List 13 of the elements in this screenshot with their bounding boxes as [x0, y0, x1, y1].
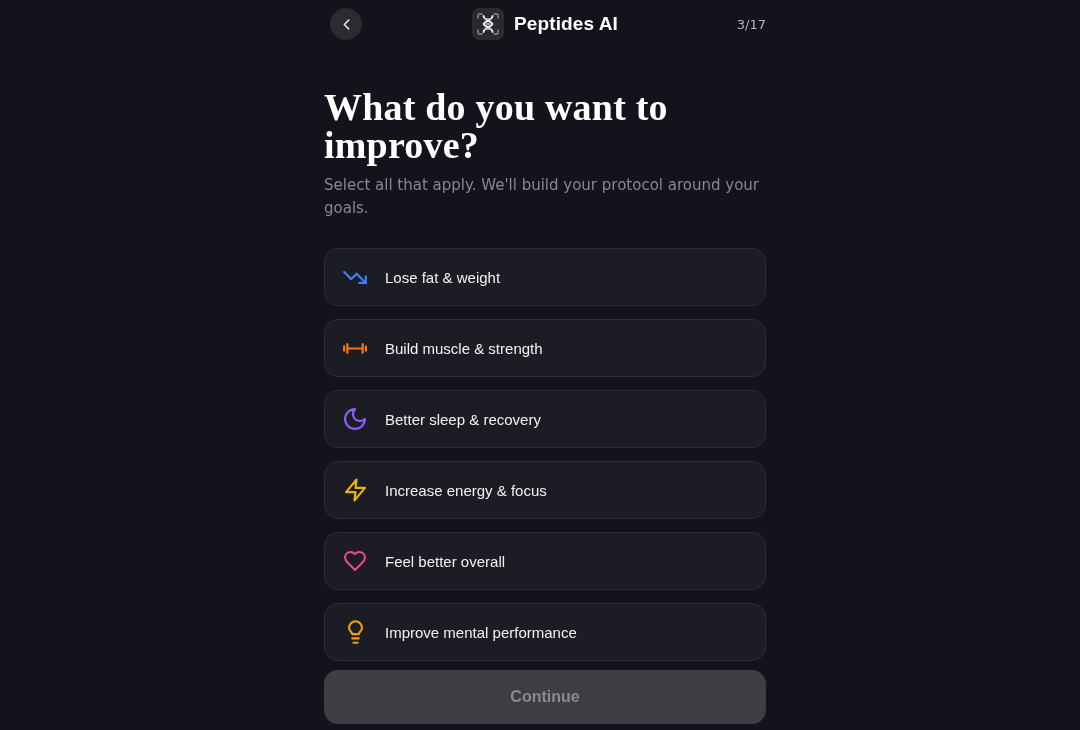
- goal-option[interactable]: Better sleep & recovery: [324, 390, 766, 448]
- back-button[interactable]: [330, 8, 362, 40]
- app-title: Peptides AI: [514, 13, 618, 35]
- goal-option[interactable]: Build muscle & strength: [324, 319, 766, 377]
- chevron-left-icon: [342, 18, 350, 30]
- goal-option[interactable]: Improve mental performance: [324, 603, 766, 661]
- goal-option[interactable]: Lose fat & weight: [324, 248, 766, 306]
- step-counter: 3/17: [736, 16, 766, 32]
- question-heading: What do you want to improve?: [324, 88, 669, 164]
- dna-logo-icon: [472, 8, 505, 40]
- goal-option[interactable]: Increase energy & focus: [324, 461, 766, 519]
- question-subtitle: Select all that apply. We'll build your protocol around your goals.: [324, 175, 760, 219]
- goal-option[interactable]: Feel better overall: [324, 532, 766, 590]
